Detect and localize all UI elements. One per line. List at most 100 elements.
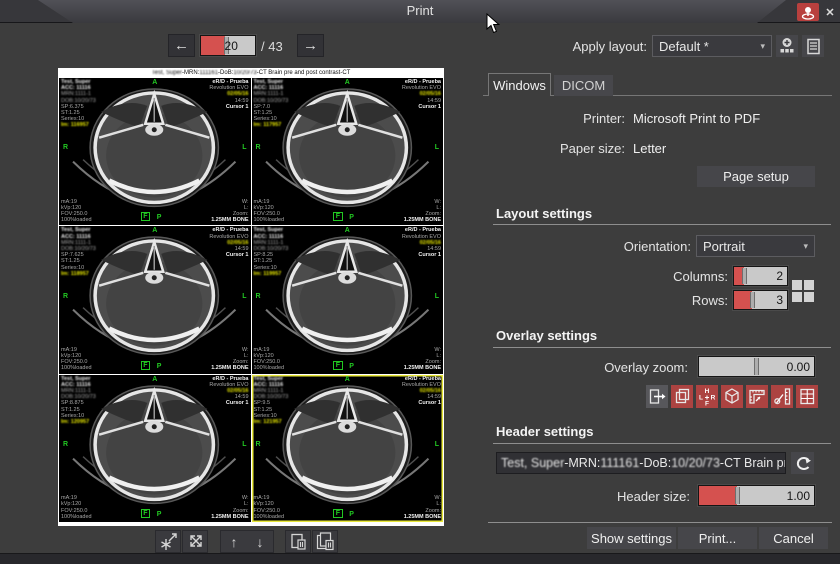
paper-size-label: Paper size: [496,141,625,156]
overlay-settings-divider [493,347,831,348]
cancel-button[interactable]: Cancel [759,527,828,549]
rows-slider[interactable]: 3 [733,290,788,310]
orientation-marker-left: L [435,441,439,448]
cell-overlay-bottom-right: W: L: Zoom: 1.25MM BONE [404,199,441,224]
page-number-spinner[interactable]: 20 [200,35,256,56]
delete-page-button[interactable] [285,530,311,553]
arrow-up-icon: ↑ [231,534,238,550]
preview-cell[interactable]: Test, Super ACC: 11116 MRN:1111-1 DOB:10… [252,78,444,225]
orientation-marker-right: R [63,293,68,300]
apply-layout-label: Apply layout: [540,39,647,54]
cell-overlay-bottom-left: mA:19 kVp:120 FOV:250.0 100%loaded [61,495,92,520]
print-preview-page[interactable]: Test, Super-MRN:111161-DoB:10/20/73-CT B… [58,68,444,526]
overlay-zoom-slider[interactable]: 0.00 [698,356,815,377]
orientation-dropdown[interactable]: Portrait ▾ [696,235,815,257]
preview-cell[interactable]: Test, Super ACC: 11116 MRN:1111-1 DOB:10… [59,226,251,373]
orientation-marker-posterior: P [157,363,162,370]
orientation-marker-right: R [63,441,68,448]
orientation-markers-button[interactable]: H L R F [696,385,718,408]
tab-dicom[interactable]: DICOM [554,75,613,96]
grid-overlay-button[interactable] [796,385,818,408]
svg-text:H: H [705,388,710,395]
columns-value: 2 [776,269,783,283]
move-page-up-button[interactable]: ↑ [221,531,247,552]
preview-cell[interactable]: Test, Super ACC: 11116 MRN:1111-1 DOB:10… [252,375,444,522]
show-settings-button[interactable]: Show settings [587,527,676,549]
page-setup-button[interactable]: Page setup [697,166,815,187]
cell-overlay-bottom-left: mA:19 kVp:120 FOV:250.0 100%loaded [61,199,92,224]
header-text-input[interactable]: Test, Super-MRN:111161-DoB:10/20/73-CT B… [496,452,786,474]
title-bar: Print ✕ [0,0,840,23]
ruler-icon [746,385,768,408]
header-size-slider[interactable]: 1.00 [698,485,815,506]
pin-icon [797,3,819,21]
measurements-overlay-button[interactable] [771,385,793,408]
preview-cell[interactable]: Test, Super ACC: 11116 MRN:1111-1 DOB:10… [252,226,444,373]
orientation-marker-anterior: A [345,376,350,383]
header-input-dob: 10/20/73 [671,456,720,470]
orientation-marker-right: R [256,293,261,300]
printer-value: Microsoft Print to PDF [633,111,760,126]
close-button[interactable]: ✕ [822,4,838,20]
move-page-group: ↑ ↓ [220,530,274,553]
orientation-cube-button[interactable] [721,385,743,408]
page-total-label: / 43 [261,39,283,54]
paper-size-value: Letter [633,141,666,156]
list-icon [802,35,824,57]
add-layout-icon [776,35,798,57]
header-mrn: 111161 [199,70,218,76]
tab-windows[interactable]: Windows [488,73,551,96]
orientation-marker-left: L [435,293,439,300]
cell-overlay-bottom-left: mA:19 kVp:120 FOV:250.0 100%loaded [254,347,285,372]
fit-content-button[interactable] [155,530,181,553]
orientation-marker-left: L [435,144,439,151]
header-patient-name: Test, Super [152,70,182,76]
cell-overlay-top-left: Test, Super ACC: 11116 MRN:1111-1 DOB:10… [254,79,289,129]
save-layout-button[interactable] [776,35,798,57]
header-size-value: 1.00 [787,489,810,503]
layout-list-button[interactable] [802,35,824,57]
cell-overlay-bottom-right: W: L: Zoom: 1.25MM BONE [211,495,248,520]
orientation-marker-posterior: P [157,511,162,518]
orientation-marker-right: R [63,144,68,151]
overlay-zoom-label: Overlay zoom: [540,360,688,375]
orientation-marker-anterior: A [345,227,350,234]
header-input-mrn: 111161 [600,456,639,470]
pin-button[interactable] [797,3,819,21]
orientation-cube-icon [721,385,743,408]
orientation-marker-right: R [256,441,261,448]
chevron-down-icon: ▾ [803,241,808,252]
cell-overlay-top-left: Test, Super ACC: 11116 MRN:1111-1 DOB:10… [254,227,289,277]
orientation-marker-feet: F [333,361,342,370]
preview-cell[interactable]: Test, Super ACC: 11116 MRN:1111-1 DOB:10… [59,78,251,225]
footer-divider [488,522,832,523]
cell-overlay-bottom-left: mA:19 kVp:120 FOV:250.0 100%loaded [254,199,285,224]
spinner-fill [201,36,225,55]
previous-page-button[interactable]: ← [168,34,195,57]
arrow-down-icon: ↓ [257,534,264,550]
header-settings-title: Header settings [496,424,594,439]
next-page-button[interactable]: → [297,34,324,57]
orientation-marker-left: L [242,293,246,300]
overlay-zoom-value: 0.00 [787,360,810,374]
columns-slider[interactable]: 2 [733,266,788,286]
orientation-marker-right: R [256,144,261,151]
toggle-overlays-button[interactable] [646,385,668,408]
refresh-header-button[interactable] [791,452,814,474]
move-page-down-button[interactable]: ↓ [247,531,273,552]
preview-cell[interactable]: Test, Super ACC: 11116 MRN:1111-1 DOB:10… [59,375,251,522]
fullscreen-button[interactable] [182,530,208,553]
overlay-toggle-icon [646,385,668,408]
overlay-frames-button[interactable] [671,385,693,408]
measurement-tools-icon [771,385,793,408]
cell-overlay-top-right: eR/D - Prueba Revolution EVO 02/05/16 14… [402,376,441,407]
overlay-settings-title: Overlay settings [496,328,597,343]
delete-all-pages-button[interactable] [312,530,338,553]
print-button[interactable]: Print... [678,527,757,549]
header-settings-divider [493,443,831,444]
orientation-label: Orientation: [540,239,691,254]
apply-layout-dropdown[interactable]: Default * ▾ [652,35,772,57]
sparkle-arrow-icon [156,531,180,552]
ruler-overlay-button[interactable] [746,385,768,408]
grid-layout-button[interactable] [792,280,815,303]
